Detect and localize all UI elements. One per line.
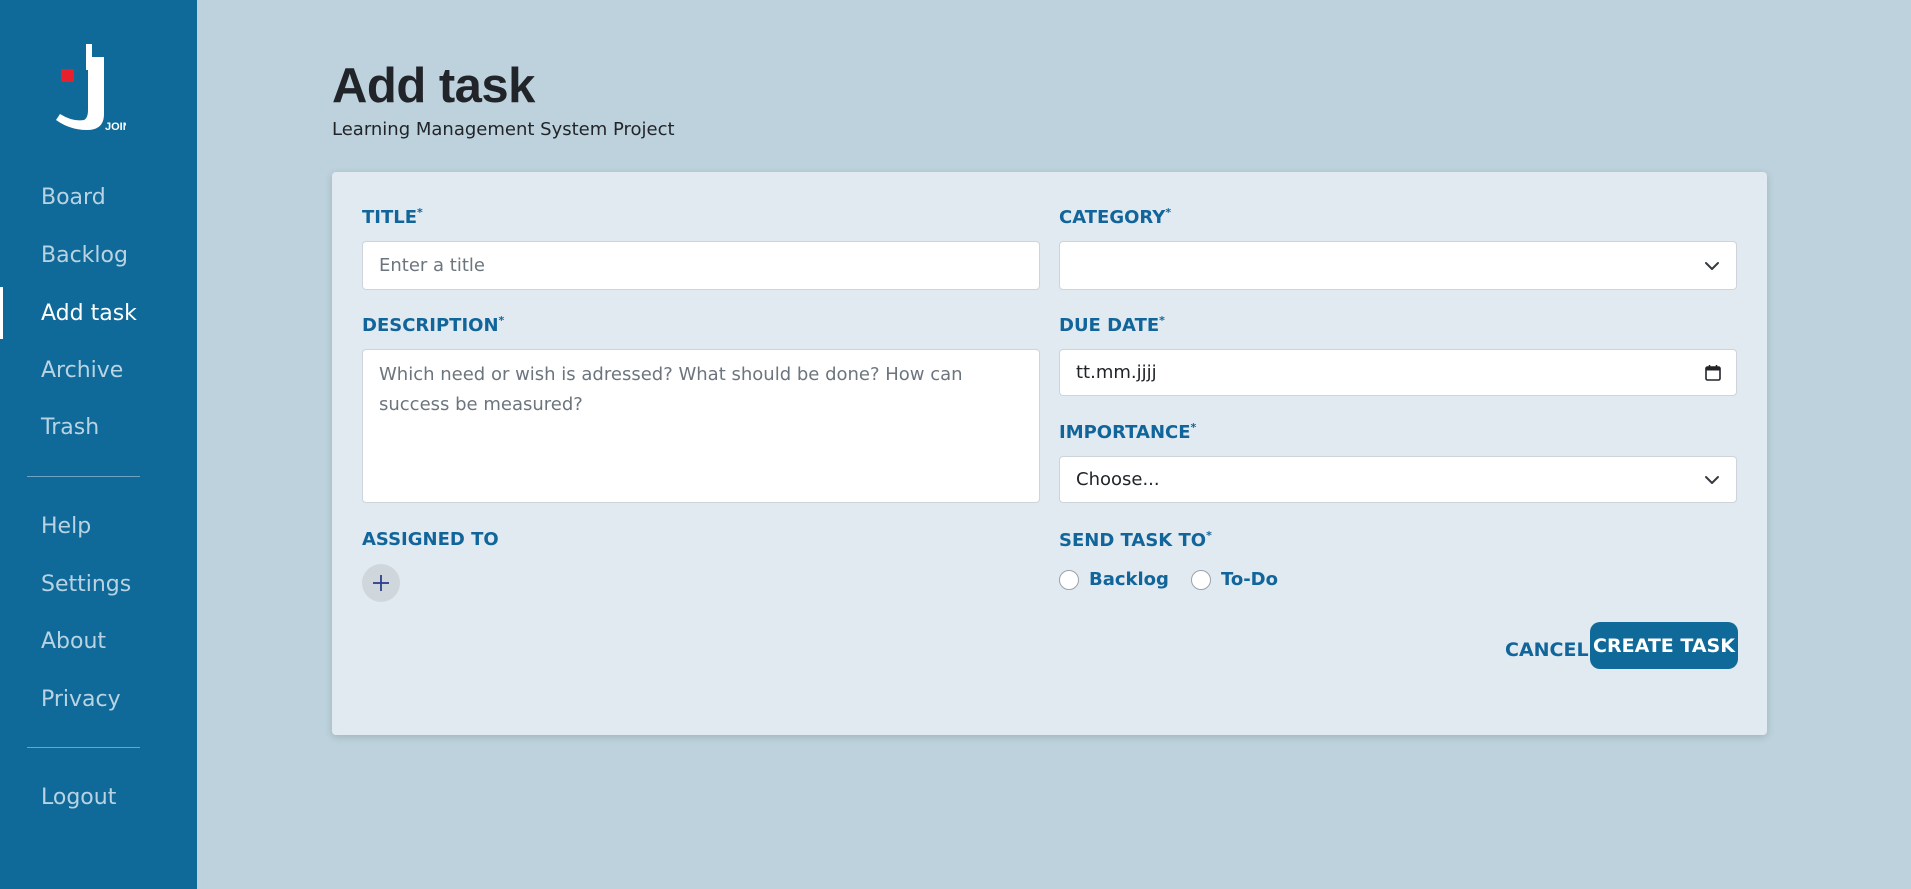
sidebar-item-settings[interactable]: Settings (0, 558, 197, 610)
chevron-down-icon (1705, 475, 1719, 484)
sidebar-item-privacy[interactable]: Privacy (0, 673, 197, 725)
assigned-to-label: ASSIGNED TO (362, 529, 499, 550)
join-logo[interactable]: JOIN (48, 42, 131, 134)
sidebar-divider (27, 747, 140, 748)
sidebar-item-backlog[interactable]: Backlog (0, 229, 197, 281)
send-task-to-radio-group: Backlog To-Do (1059, 569, 1300, 590)
calendar-icon[interactable] (1704, 364, 1722, 382)
logo-text: JOIN (105, 121, 126, 133)
description-label: DESCRIPTION* (362, 314, 505, 336)
todo-radio[interactable] (1190, 569, 1211, 590)
sidebar-item-board[interactable]: Board (0, 171, 197, 223)
page-title: Add task (332, 59, 535, 113)
importance-select[interactable]: Choose... (1059, 456, 1737, 503)
create-task-button[interactable]: CREATE TASK (1590, 622, 1738, 669)
add-assignee-button[interactable] (362, 564, 400, 602)
page-subtitle: Learning Management System Project (332, 119, 675, 140)
send-task-to-label: SEND TASK TO* (1059, 529, 1212, 551)
backlog-radio[interactable] (1059, 569, 1079, 590)
title-label: TITLE* (362, 206, 423, 228)
sidebar-item-archive[interactable]: Archive (0, 344, 197, 396)
due-date-value: tt.mm.jjjj (1076, 362, 1157, 383)
sidebar-item-trash[interactable]: Trash (0, 401, 197, 453)
add-task-form: TITLE* CATEGORY* DESCRIPTION* DUE DATE* … (332, 172, 1767, 735)
due-date-input[interactable]: tt.mm.jjjj (1059, 349, 1737, 396)
importance-label: IMPORTANCE* (1059, 421, 1197, 443)
todo-radio-label[interactable]: To-Do (1221, 569, 1278, 590)
importance-value: Choose... (1076, 469, 1160, 490)
sidebar-divider (27, 476, 140, 477)
title-input[interactable] (362, 241, 1040, 290)
sidebar-item-logout[interactable]: Logout (0, 771, 197, 823)
sidebar-item-help[interactable]: Help (0, 500, 197, 552)
cancel-button[interactable]: CANCEL (1505, 627, 1589, 673)
join-logo-icon: JOIN (56, 44, 131, 133)
sidebar-item-add-task[interactable]: Add task (0, 287, 197, 339)
plus-icon (373, 575, 389, 591)
description-textarea[interactable] (362, 349, 1040, 503)
due-date-label: DUE DATE* (1059, 314, 1165, 336)
category-select[interactable] (1059, 241, 1737, 290)
sidebar-item-about[interactable]: About (0, 615, 197, 667)
sidebar: JOIN Board Backlog Add task Archive Tras… (0, 0, 197, 889)
chevron-down-icon (1705, 261, 1719, 270)
backlog-radio-label[interactable]: Backlog (1089, 569, 1169, 590)
category-label: CATEGORY* (1059, 206, 1172, 228)
